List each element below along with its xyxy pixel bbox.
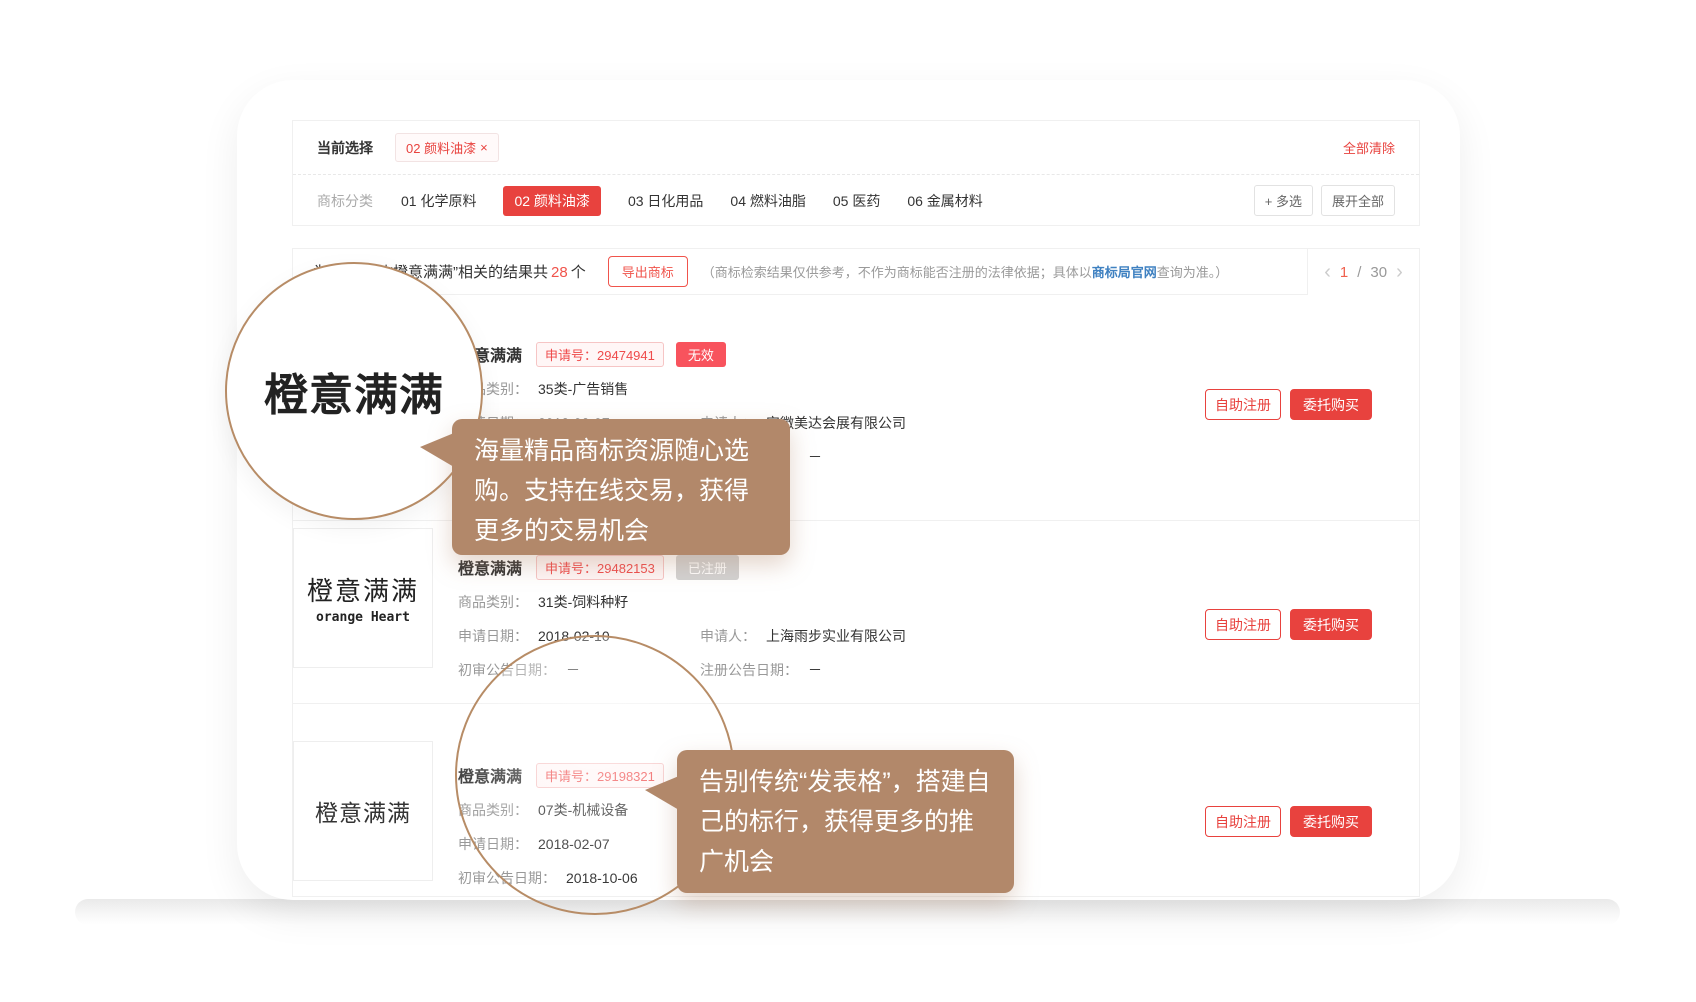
application-number-tag: 申请号：29474941: [536, 342, 664, 367]
magnified-trademark-text: 橙意满满: [264, 359, 444, 423]
trademark-image-subtext: orange Heart: [316, 610, 410, 625]
page-separator: /: [1357, 264, 1361, 281]
self-register-button[interactable]: 自助注册: [1205, 806, 1281, 837]
trademark-image-text: 橙意满满: [315, 794, 411, 828]
row-actions: 自助注册 委托购买: [1205, 389, 1372, 420]
app-no-value: 29474941: [597, 348, 655, 363]
next-page-icon[interactable]: ›: [1396, 262, 1403, 282]
summary-suffix: 个: [571, 264, 586, 281]
category-value: 35类-广告销售: [538, 381, 628, 397]
entrust-buy-button[interactable]: 委托购买: [1290, 609, 1372, 640]
selected-filter-tag-label: 02 颜料油漆: [406, 138, 476, 157]
current-selection-label: 当前选择: [317, 138, 373, 158]
app-no-label: 申请号：: [545, 348, 597, 363]
category-label: 商品类别：: [458, 594, 528, 610]
applicant-label: 申请人：: [700, 628, 756, 644]
entrust-buy-button[interactable]: 委托购买: [1290, 389, 1372, 420]
multi-select-button[interactable]: + 多选: [1254, 185, 1313, 216]
expand-all-button[interactable]: 展开全部: [1321, 185, 1395, 216]
application-number-tag: 申请号：29482153: [536, 555, 664, 580]
status-badge: 无效: [676, 342, 726, 367]
page: 当前选择 02 颜料油漆 × 全部清除 商标分类 01 化学原料 02 颜料油漆…: [0, 0, 1696, 1002]
category-item-04[interactable]: 04 燃料油脂: [730, 191, 805, 211]
category-row: 商标分类 01 化学原料 02 颜料油漆 03 日化用品 04 燃料油脂 05 …: [293, 175, 1419, 226]
category-item-03[interactable]: 03 日化用品: [628, 191, 703, 211]
results-header: 为您检索到“橙意满满”相关的结果共28个 导出商标 （商标检索结果仅供参考，不作…: [293, 249, 1419, 295]
category-item-02-selected[interactable]: 02 颜料油漆: [503, 186, 600, 216]
reg-pub-value: －: [808, 449, 822, 465]
current-selection-row: 当前选择 02 颜料油漆 × 全部清除: [293, 121, 1419, 175]
callout-tail: [420, 433, 454, 467]
app-no-label: 申请号：: [545, 561, 597, 576]
self-register-button[interactable]: 自助注册: [1205, 389, 1281, 420]
category-value: 31类-饲料种籽: [538, 594, 628, 610]
disclaimer-prefix: （商标检索结果仅供参考，不作为商标能否注册的法律依据；具体以: [702, 265, 1092, 280]
row-actions: 自助注册 委托购买: [1205, 609, 1372, 640]
disclaimer-text: （商标检索结果仅供参考，不作为商标能否注册的法律依据；具体以商标局官网查询为准。…: [702, 262, 1229, 281]
trademark-name: 橙意满满: [458, 555, 522, 579]
selected-filter-tag[interactable]: 02 颜料油漆 ×: [395, 133, 499, 162]
remove-filter-icon[interactable]: ×: [480, 140, 488, 155]
trademark-image: 橙意满满: [293, 741, 433, 881]
laptop-base-shadow: [75, 899, 1620, 925]
trademark-office-link[interactable]: 商标局官网: [1092, 265, 1157, 280]
reg-pub-value: －: [808, 662, 822, 678]
callout-tail: [645, 776, 679, 810]
prev-page-icon[interactable]: ‹: [1324, 262, 1331, 282]
total-pages: 30: [1370, 264, 1387, 281]
status-badge: 已注册: [676, 555, 739, 580]
callout-bubble-marketplace: 海量精品商标资源随心选购。支持在线交易，获得更多的交易机会: [452, 419, 790, 555]
reg-pub-label: 注册公告日期：: [700, 662, 798, 678]
self-register-button[interactable]: 自助注册: [1205, 609, 1281, 640]
magnifier-circle: 橙意满满: [225, 262, 483, 520]
callout-text: 海量精品商标资源随心选购。支持在线交易，获得更多的交易机会: [474, 437, 749, 545]
current-page: 1: [1340, 264, 1348, 281]
pagination: ‹ 1 / 30 ›: [1307, 249, 1419, 295]
category-item-05[interactable]: 05 医药: [833, 191, 880, 211]
entrust-buy-button[interactable]: 委托购买: [1290, 806, 1372, 837]
trademark-image: 橙意满满 orange Heart: [293, 528, 433, 668]
apply-date-label: 申请日期：: [458, 628, 528, 644]
category-item-06[interactable]: 06 金属材料: [907, 191, 982, 211]
row-actions: 自助注册 委托购买: [1205, 806, 1372, 837]
disclaimer-suffix: 查询为准。）: [1157, 265, 1229, 280]
results-count: 28: [551, 264, 568, 281]
callout-text: 告别传统“发表格”，搭建自己的标行，获得更多的推广机会: [699, 768, 991, 876]
callout-bubble-promotion: 告别传统“发表格”，搭建自己的标行，获得更多的推广机会: [677, 750, 1014, 893]
applicant-value: 上海雨步实业有限公司: [766, 628, 906, 644]
app-no-value: 29482153: [597, 561, 655, 576]
clear-all-button[interactable]: 全部清除: [1343, 138, 1395, 157]
category-row-label: 商标分类: [317, 191, 373, 211]
trademark-image-text: 橙意满满: [307, 571, 419, 608]
export-trademark-button[interactable]: 导出商标: [608, 256, 688, 287]
filter-panel: 当前选择 02 颜料油漆 × 全部清除 商标分类 01 化学原料 02 颜料油漆…: [292, 120, 1420, 226]
category-item-01[interactable]: 01 化学原料: [401, 191, 476, 211]
